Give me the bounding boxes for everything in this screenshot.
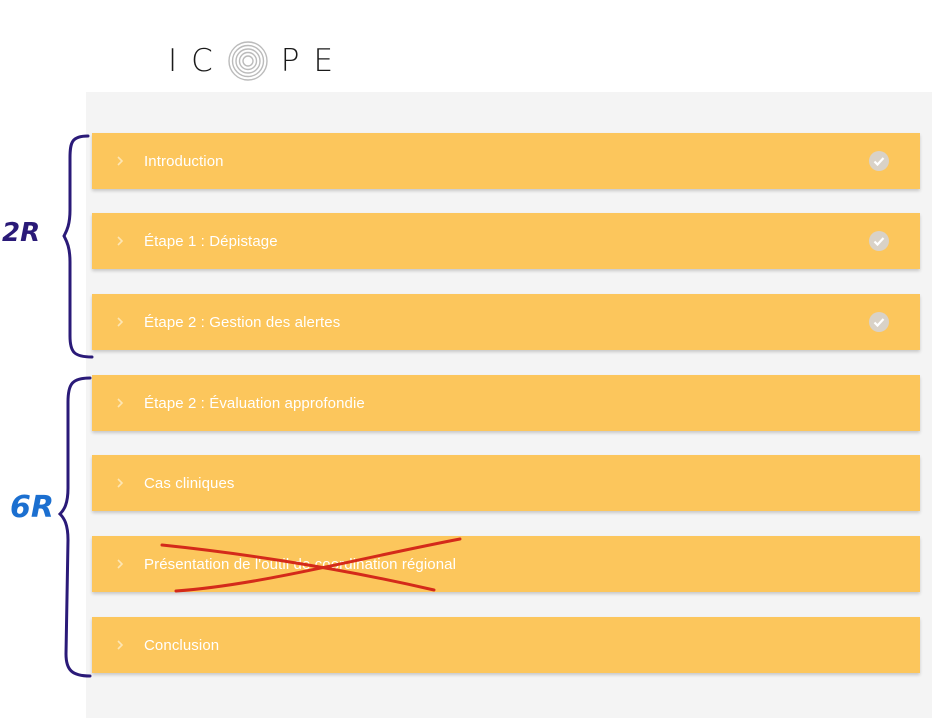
chevron-right-icon <box>117 559 124 569</box>
chevron-right-icon <box>117 236 124 246</box>
chevron-right-icon <box>117 640 124 650</box>
module-label: Étape 2 : Évaluation approfondie <box>144 394 365 412</box>
icope-logo: IC PE <box>168 40 347 82</box>
module-label: Présentation de l'outil de coordination … <box>144 555 457 573</box>
check-circle-icon <box>869 231 889 251</box>
module-label: Introduction <box>144 152 224 170</box>
logo-suffix: PE <box>280 43 348 79</box>
chevron-right-icon <box>117 478 124 488</box>
module-presentation-outil-coordination[interactable]: Présentation de l'outil de coordination … <box>92 536 920 592</box>
module-etape-2-gestion-alertes[interactable]: Étape 2 : Gestion des alertes <box>92 294 920 350</box>
chevron-right-icon <box>117 398 124 408</box>
annotation-group-2-label: 6R <box>10 490 54 525</box>
check-circle-icon <box>869 312 889 332</box>
module-label: Étape 2 : Gestion des alertes <box>144 313 341 331</box>
check-circle-icon <box>869 151 889 171</box>
module-label: Cas cliniques <box>144 474 235 492</box>
logo-prefix: IC <box>168 43 227 79</box>
module-introduction[interactable]: Introduction <box>92 133 920 189</box>
chevron-right-icon <box>117 156 124 166</box>
annotation-group-1-label: 2R <box>2 218 41 248</box>
module-etape-2-evaluation-approfondie[interactable]: Étape 2 : Évaluation approfondie <box>92 375 920 431</box>
module-label: Étape 1 : Dépistage <box>144 232 278 250</box>
module-conclusion[interactable]: Conclusion <box>92 617 920 673</box>
concentric-circles-icon <box>228 41 268 81</box>
chevron-right-icon <box>117 317 124 327</box>
module-label: Conclusion <box>144 636 220 654</box>
module-etape-1-depistage[interactable]: Étape 1 : Dépistage <box>92 213 920 269</box>
module-cas-cliniques[interactable]: Cas cliniques <box>92 455 920 511</box>
